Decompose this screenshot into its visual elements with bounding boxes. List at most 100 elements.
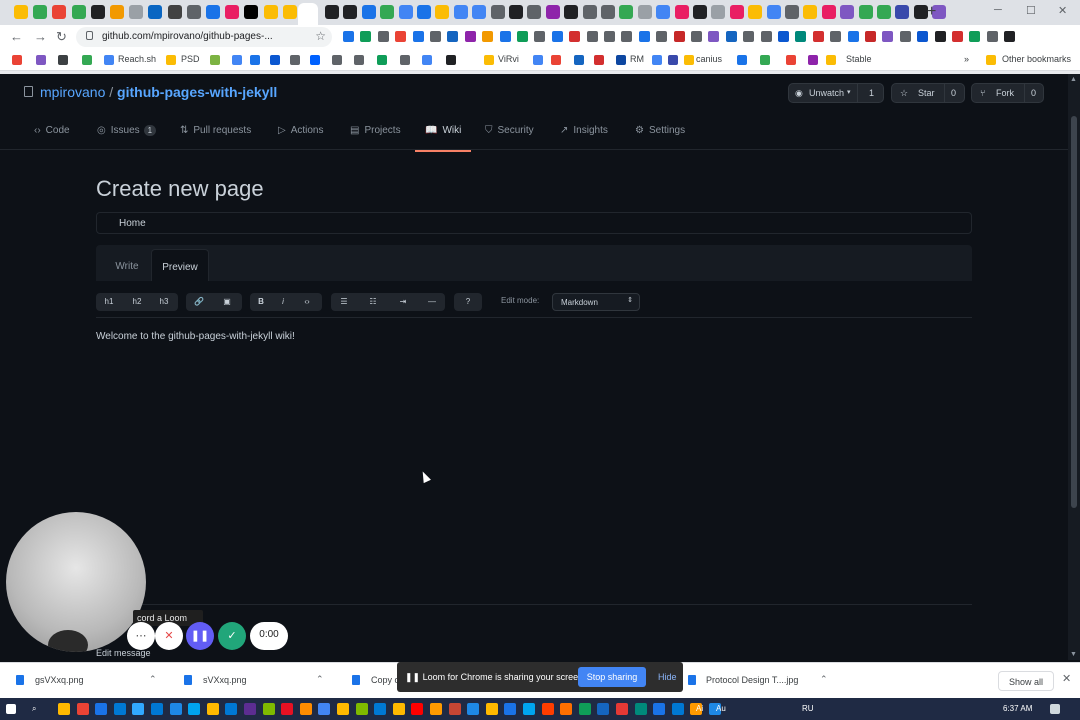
reload-icon[interactable]: ↻ xyxy=(56,29,67,45)
extension-icon[interactable] xyxy=(673,31,685,42)
browser-tab-favicon[interactable] xyxy=(435,5,450,19)
taskbar-app-icon[interactable] xyxy=(560,703,573,715)
bookmark-icon[interactable] xyxy=(270,55,280,65)
browser-tab-favicon[interactable] xyxy=(343,5,358,19)
bookmark-icon[interactable] xyxy=(104,55,114,65)
watch-count[interactable]: 1 xyxy=(869,88,874,98)
unwatch-button[interactable]: ◉ Unwatch ▾ 1 xyxy=(788,83,884,103)
taskbar-app-icon[interactable] xyxy=(448,703,461,715)
extension-icon[interactable] xyxy=(760,31,772,42)
taskbar-app-icon[interactable] xyxy=(653,703,666,715)
browser-tab-favicon[interactable] xyxy=(52,5,67,19)
bookmark-icon[interactable] xyxy=(616,55,626,65)
taskbar-app-icon[interactable] xyxy=(597,703,610,715)
tab-insights[interactable]: ↗ Insights xyxy=(560,125,608,151)
apps-icon[interactable] xyxy=(58,55,68,65)
taskbar-app-icon[interactable] xyxy=(467,703,480,715)
chevron-up-icon[interactable]: ⌃ xyxy=(820,674,828,685)
page-scrollbar[interactable]: ▲ ▼ xyxy=(1068,74,1080,660)
taskbar-app-icon[interactable] xyxy=(430,703,442,715)
bookmark-icon[interactable] xyxy=(354,55,364,65)
tab-issues[interactable]: ◎ Issues 1 xyxy=(97,125,157,151)
taskbar-app-icon[interactable] xyxy=(76,703,89,715)
browser-tab-favicon[interactable] xyxy=(803,5,818,19)
other-bookmarks[interactable]: Other bookmarks xyxy=(1002,54,1071,64)
bookmark-icon[interactable] xyxy=(574,55,584,65)
bookmark-icon[interactable] xyxy=(737,55,747,65)
extension-icon[interactable] xyxy=(464,31,476,42)
taskbar-app-icon[interactable] xyxy=(206,703,219,715)
bookmark-icon[interactable] xyxy=(760,55,770,65)
taskbar-app-label[interactable]: RU xyxy=(802,704,814,713)
bookmark-icon[interactable] xyxy=(786,55,796,65)
taskbar-app-icon[interactable] xyxy=(392,703,405,715)
extension-icon[interactable] xyxy=(395,31,407,42)
indent-icon[interactable]: ⇥ xyxy=(392,297,414,306)
browser-tab-favicon[interactable] xyxy=(527,5,542,19)
webcam-bubble[interactable] xyxy=(6,512,146,652)
extension-icon[interactable] xyxy=(534,31,546,42)
loom-finish-button[interactable]: ✓ xyxy=(218,622,246,650)
download-item[interactable]: gsVXxq.png xyxy=(35,675,84,685)
browser-tab-favicon[interactable] xyxy=(877,5,891,19)
back-icon[interactable]: ← xyxy=(10,29,23,44)
chevron-up-icon[interactable]: ⌃ xyxy=(149,674,157,685)
extension-icon[interactable] xyxy=(743,31,755,42)
bookmark-icon[interactable] xyxy=(422,55,432,65)
tab-projects[interactable]: ▤ Projects xyxy=(350,125,401,151)
browser-tab-favicon[interactable] xyxy=(282,5,297,19)
browser-tab-favicon[interactable] xyxy=(766,5,781,19)
bookmark-icon[interactable] xyxy=(377,55,387,65)
browser-tab-favicon[interactable] xyxy=(14,5,28,19)
browser-tab-favicon[interactable] xyxy=(509,5,523,19)
extension-icon[interactable] xyxy=(899,31,911,42)
bookmark-icon[interactable] xyxy=(232,55,242,65)
tab-wiki[interactable]: 📖 Wiki xyxy=(414,125,472,152)
link-icon[interactable]: 🔗 xyxy=(188,297,210,306)
italic-button[interactable]: i xyxy=(272,297,294,306)
bookmark-icon[interactable] xyxy=(446,55,456,65)
browser-tab-favicon[interactable] xyxy=(858,5,873,19)
close-window-icon[interactable]: ✕ xyxy=(1058,4,1067,17)
forward-icon[interactable]: → xyxy=(34,29,47,44)
tab-pull-requests[interactable]: ⇅ Pull requests xyxy=(180,125,251,151)
browser-tab-favicon[interactable] xyxy=(244,5,259,19)
repo-name-link[interactable]: github-pages-with-jekyll xyxy=(117,84,277,100)
bookmark-icon[interactable] xyxy=(808,55,818,65)
browser-tab-favicon[interactable] xyxy=(167,5,182,19)
browser-tab-favicon[interactable] xyxy=(601,5,615,19)
bold-button[interactable]: B xyxy=(250,297,272,306)
bookmark-icon[interactable] xyxy=(290,55,300,65)
scroll-down-icon[interactable]: ▼ xyxy=(1070,651,1077,658)
repo-owner-link[interactable]: mpirovano xyxy=(40,84,105,100)
browser-tab-favicon[interactable] xyxy=(729,5,744,19)
extension-icon[interactable] xyxy=(412,31,424,42)
tab-actions[interactable]: ▷ Actions xyxy=(278,125,324,151)
extension-icon[interactable] xyxy=(360,31,372,42)
active-browser-tab[interactable] xyxy=(298,3,318,25)
taskbar-app-icon[interactable] xyxy=(485,703,498,715)
extension-icon[interactable] xyxy=(812,31,824,42)
folder-icon[interactable] xyxy=(986,55,996,65)
bookmark-icon[interactable] xyxy=(250,55,260,65)
taskbar-app-icon[interactable] xyxy=(113,703,126,715)
taskbar-app-icon[interactable] xyxy=(616,703,628,715)
folder-icon[interactable] xyxy=(826,55,836,65)
taskbar-app-icon[interactable] xyxy=(634,703,647,715)
extension-icon[interactable] xyxy=(447,31,459,42)
taskbar-app-icon[interactable] xyxy=(541,703,554,715)
maximize-icon[interactable]: ☐ xyxy=(1026,4,1036,17)
browser-tab-favicon[interactable] xyxy=(785,5,799,19)
edit-mode-select[interactable]: Markdown ⇕ xyxy=(552,293,640,311)
browser-tab-favicon[interactable] xyxy=(453,5,468,19)
taskbar-app-icon[interactable] xyxy=(374,703,387,715)
browser-tab-favicon[interactable] xyxy=(656,5,671,19)
browser-tab-favicon[interactable] xyxy=(90,5,105,19)
bookmark-reach[interactable]: Reach.sh xyxy=(118,54,156,64)
browser-tab-favicon[interactable] xyxy=(472,5,487,19)
browser-tab-favicon[interactable] xyxy=(582,5,597,19)
show-all-button[interactable]: Show all xyxy=(998,671,1054,691)
taskbar-app-icon[interactable] xyxy=(411,703,424,715)
h1-button[interactable]: h1 xyxy=(98,297,120,306)
star-button[interactable]: ☆ Star 0 xyxy=(891,83,965,103)
